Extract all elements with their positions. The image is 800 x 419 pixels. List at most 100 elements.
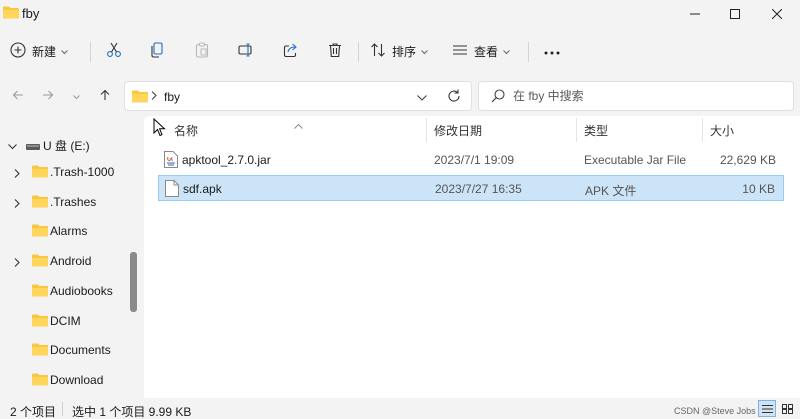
share-button[interactable] bbox=[277, 36, 305, 66]
view-toggle bbox=[758, 400, 796, 417]
nav-scrollbar-thumb[interactable] bbox=[130, 252, 137, 312]
copy-icon bbox=[149, 41, 165, 61]
arrow-right-icon bbox=[42, 89, 54, 104]
rename-button[interactable] bbox=[232, 36, 260, 66]
address-history-button[interactable] bbox=[417, 90, 427, 104]
file-date: 2023/7/27 16:35 bbox=[435, 182, 522, 196]
folder-icon bbox=[132, 90, 148, 106]
share-icon bbox=[283, 42, 299, 61]
chevron-down-icon bbox=[503, 44, 510, 58]
jar-file-icon bbox=[164, 151, 178, 171]
view-button[interactable]: 查看 bbox=[452, 36, 518, 66]
folder-icon bbox=[32, 284, 48, 300]
column-divider[interactable] bbox=[426, 118, 427, 142]
trash-icon bbox=[327, 42, 343, 61]
sort-icon bbox=[370, 42, 386, 61]
breadcrumb-item[interactable]: fby bbox=[164, 90, 180, 104]
status-divider bbox=[62, 402, 63, 416]
chevron-right-icon[interactable] bbox=[14, 167, 20, 181]
refresh-icon[interactable] bbox=[447, 89, 461, 106]
back-button[interactable] bbox=[8, 86, 28, 106]
more-options-button[interactable] bbox=[536, 36, 568, 66]
scissors-icon bbox=[106, 42, 122, 61]
command-bar: 新建 排序 查看 bbox=[0, 28, 800, 74]
chevron-down-icon bbox=[61, 44, 68, 58]
title-bar: fby bbox=[0, 0, 800, 28]
sidebar-item-download[interactable]: Download bbox=[0, 366, 128, 394]
forward-button[interactable] bbox=[38, 86, 58, 106]
column-header-date[interactable]: 修改日期 bbox=[434, 116, 482, 144]
file-row[interactable]: apktool_2.7.0.jar 2023/7/1 19:09 Executabl… bbox=[158, 147, 784, 173]
arrow-left-icon bbox=[12, 89, 24, 104]
plus-circle-icon bbox=[10, 41, 26, 61]
file-type: APK 文件 bbox=[585, 184, 637, 198]
sidebar-item-documents[interactable]: Documents bbox=[0, 336, 128, 364]
cut-button[interactable] bbox=[100, 36, 128, 66]
search-box[interactable] bbox=[478, 81, 794, 111]
file-name: sdf.apk bbox=[183, 182, 222, 196]
sidebar-item-dcim[interactable]: DCIM bbox=[0, 307, 128, 335]
details-view-button[interactable] bbox=[758, 400, 776, 417]
column-divider[interactable] bbox=[576, 118, 577, 142]
view-list-icon bbox=[452, 42, 468, 61]
folder-icon bbox=[32, 224, 48, 240]
paste-button[interactable] bbox=[188, 36, 216, 66]
file-name: apktool_2.7.0.jar bbox=[182, 153, 271, 167]
recent-locations-button[interactable] bbox=[66, 86, 86, 106]
column-divider[interactable] bbox=[702, 118, 703, 142]
sidebar-item-label: Android bbox=[50, 254, 92, 269]
sort-button[interactable]: 排序 bbox=[370, 36, 436, 66]
blank-file-icon bbox=[165, 180, 179, 200]
up-button[interactable] bbox=[95, 86, 115, 106]
sidebar-item-label: Alarms bbox=[50, 224, 88, 239]
window-title: fby bbox=[22, 6, 40, 21]
toolbar-divider bbox=[90, 42, 91, 62]
copy-button[interactable] bbox=[143, 36, 171, 66]
arrow-up-icon bbox=[99, 89, 111, 104]
view-button-label: 查看 bbox=[474, 44, 499, 59]
sidebar-item-audiobooks[interactable]: Audiobooks bbox=[0, 277, 128, 305]
search-input[interactable] bbox=[513, 87, 783, 105]
breadcrumb-separator-icon[interactable] bbox=[151, 89, 157, 103]
navigation-pane: U 盘 (E:) .Trash-1000 .Trashes Alarms Androi… bbox=[0, 116, 128, 396]
sidebar-item-trashes[interactable]: .Trashes bbox=[0, 188, 128, 216]
file-date: 2023/7/1 19:09 bbox=[434, 153, 515, 167]
tiles-view-button[interactable] bbox=[778, 400, 796, 417]
folder-icon bbox=[32, 254, 48, 270]
column-header-name[interactable]: 名称 bbox=[174, 116, 198, 144]
sidebar-item-label: .Trash-1000 bbox=[50, 165, 115, 179]
address-bar[interactable]: fby bbox=[124, 81, 472, 111]
delete-button[interactable] bbox=[321, 36, 349, 66]
sidebar-item-label: DCIM bbox=[50, 313, 81, 328]
sidebar-item-label: U 盘 (E:) bbox=[43, 139, 90, 153]
column-header-type[interactable]: 类型 bbox=[584, 116, 608, 144]
sidebar-item-label: .Trashes bbox=[50, 194, 97, 209]
sidebar-item-alarms[interactable]: Alarms bbox=[0, 217, 128, 245]
folder-icon bbox=[32, 373, 48, 389]
file-row[interactable]: sdf.apk 2023/7/27 16:35 APK 文件 10 KB bbox=[158, 175, 784, 201]
chevron-down-icon[interactable] bbox=[8, 139, 17, 153]
sidebar-item-trash-1000[interactable]: .Trash-1000 bbox=[0, 158, 128, 186]
status-bar: 2 个项目 选中 1 个项目 9.99 KB CSDN @Steve Jobs … bbox=[0, 398, 800, 419]
toolbar-divider bbox=[358, 42, 359, 62]
folder-icon bbox=[32, 195, 48, 211]
folder-icon bbox=[32, 343, 48, 359]
item-count: 2 个项目 bbox=[10, 405, 57, 419]
selection-info: 选中 1 个项目 9.99 KB bbox=[72, 405, 192, 419]
usb-drive-icon bbox=[26, 140, 40, 154]
toolbar-divider bbox=[528, 42, 529, 62]
chevron-down-icon bbox=[72, 89, 80, 103]
chevron-right-icon[interactable] bbox=[14, 256, 20, 270]
sidebar-item-drive[interactable]: U 盘 (E:) bbox=[0, 130, 128, 158]
maximize-button[interactable] bbox=[712, 0, 758, 28]
folder-icon bbox=[32, 165, 48, 181]
sidebar-item-android[interactable]: Android bbox=[0, 247, 128, 275]
new-button[interactable]: 新建 bbox=[10, 36, 76, 66]
close-button[interactable] bbox=[754, 0, 800, 28]
column-header-size[interactable]: 大小 bbox=[710, 116, 734, 144]
sidebar-item-label: Audiobooks bbox=[50, 283, 113, 298]
chevron-right-icon[interactable] bbox=[14, 197, 20, 211]
file-type: Executable Jar File bbox=[584, 153, 687, 167]
new-button-label: 新建 bbox=[32, 44, 57, 59]
sort-button-label: 排序 bbox=[392, 44, 417, 59]
